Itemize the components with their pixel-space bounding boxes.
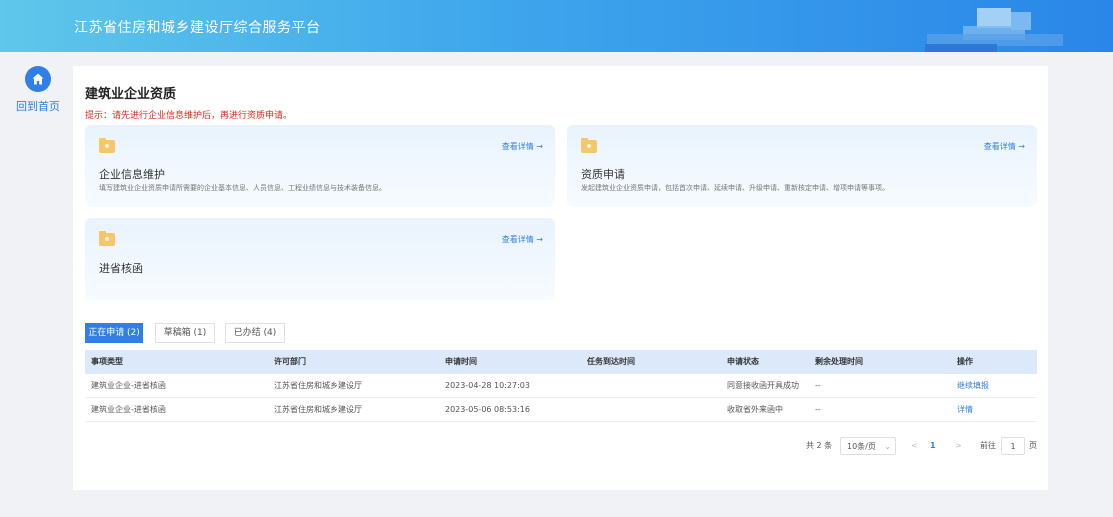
- page-size-select[interactable]: 10条/页 ⌄: [840, 437, 896, 455]
- cell-dept: 江苏省住房和城乡建设厅: [274, 405, 362, 414]
- col-header: 操作: [957, 357, 973, 366]
- tab-in-progress[interactable]: 正在申请 (2): [85, 323, 143, 343]
- platform-title: 江苏省住房和城乡建设厅综合服务平台: [74, 20, 321, 36]
- pagination: 共 2 条 10条/页 ⌄ < 1 > 前往 1 页: [73, 437, 1048, 455]
- total-count: 共 2 条: [806, 441, 833, 450]
- page-title: 建筑业企业资质: [85, 87, 177, 102]
- card-title: 进省核函: [99, 262, 143, 275]
- page-number-current[interactable]: 1: [930, 437, 936, 455]
- goto-label: 前往: [980, 441, 996, 450]
- user-avatar-blurred[interactable]: [925, 8, 1065, 52]
- card-enterprise-info[interactable]: 查看详情 → 企业信息维护 填写建筑业企业资质申请所需要的企业基本信息、人员信息…: [85, 125, 555, 207]
- tab-drafts[interactable]: 草稿箱 (1): [155, 323, 215, 343]
- table-row: 建筑业企业-进省核函 江苏省住房和城乡建设厅 2023-05-06 08:53:…: [85, 398, 1037, 422]
- cell-apply-time: 2023-04-28 10:27:03: [445, 381, 530, 390]
- view-details-link[interactable]: 查看详情 →: [502, 141, 543, 152]
- cell-dept: 江苏省住房和城乡建设厅: [274, 381, 362, 390]
- continue-fill-link[interactable]: 继续填报: [957, 374, 989, 398]
- top-header: 江苏省住房和城乡建设厅综合服务平台: [0, 0, 1113, 52]
- card-qualification-apply[interactable]: 查看详情 → 资质申请 发起建筑业企业资质申请，包括首次申请、延续申请、升级申请…: [567, 125, 1037, 207]
- home-label[interactable]: 回到首页: [16, 98, 60, 114]
- details-link[interactable]: 详情: [957, 398, 973, 422]
- card-title: 企业信息维护: [99, 168, 165, 181]
- application-table: 事项类型 许可部门 申请时间 任务到达时间 申请状态 剩余处理时间 操作 建筑业…: [85, 350, 1037, 422]
- page-size-value: 10条/页: [847, 442, 876, 451]
- col-header: 许可部门: [274, 357, 306, 366]
- folder-icon: [99, 138, 115, 153]
- table-header: 事项类型 许可部门 申请时间 任务到达时间 申请状态 剩余处理时间 操作: [85, 350, 1037, 374]
- goto-page-input[interactable]: 1: [1001, 437, 1025, 455]
- next-page-button[interactable]: >: [955, 437, 962, 455]
- view-details-link[interactable]: 查看详情 →: [502, 234, 543, 245]
- folder-icon: [581, 138, 597, 153]
- cell-type: 建筑业企业-进省核函: [91, 405, 166, 414]
- main-panel: 建筑业企业资质 提示：请先进行企业信息维护后，再进行资质申请。 查看详情 → 企…: [73, 66, 1048, 490]
- cell-remaining: --: [815, 405, 821, 414]
- chevron-down-icon: ⌄: [884, 442, 891, 451]
- col-header: 事项类型: [91, 357, 123, 366]
- folder-icon: [99, 231, 115, 246]
- card-desc: 发起建筑业企业资质申请，包括首次申请、延续申请、升级申请、重新核定申请、增项申请…: [581, 184, 889, 192]
- cell-status: 收取省外来函中: [727, 405, 783, 414]
- cell-status: 同意接收函开具成功: [727, 381, 799, 390]
- notice-tip: 提示：请先进行企业信息维护后，再进行资质申请。: [85, 111, 293, 121]
- table-row: 建筑业企业-进省核函 江苏省住房和城乡建设厅 2023-04-28 10:27:…: [85, 374, 1037, 398]
- home-button[interactable]: 回到首页: [16, 66, 60, 114]
- col-header: 剩余处理时间: [815, 357, 863, 366]
- card-entry-letter[interactable]: 查看详情 → 进省核函: [85, 218, 555, 300]
- card-desc: 填写建筑业企业资质申请所需要的企业基本信息、人员信息、工程业绩信息与技术装备信息…: [99, 184, 386, 192]
- col-header: 任务到达时间: [587, 357, 635, 366]
- page-suffix: 页: [1029, 441, 1037, 450]
- card-title: 资质申请: [581, 168, 625, 181]
- view-details-link[interactable]: 查看详情 →: [984, 141, 1025, 152]
- prev-page-button[interactable]: <: [911, 437, 918, 455]
- cell-apply-time: 2023-05-06 08:53:16: [445, 405, 530, 414]
- tab-completed[interactable]: 已办结 (4): [225, 323, 285, 343]
- cell-type: 建筑业企业-进省核函: [91, 381, 166, 390]
- home-icon[interactable]: [25, 66, 51, 92]
- cell-remaining: --: [815, 381, 821, 390]
- col-header: 申请时间: [445, 357, 477, 366]
- col-header: 申请状态: [727, 357, 759, 366]
